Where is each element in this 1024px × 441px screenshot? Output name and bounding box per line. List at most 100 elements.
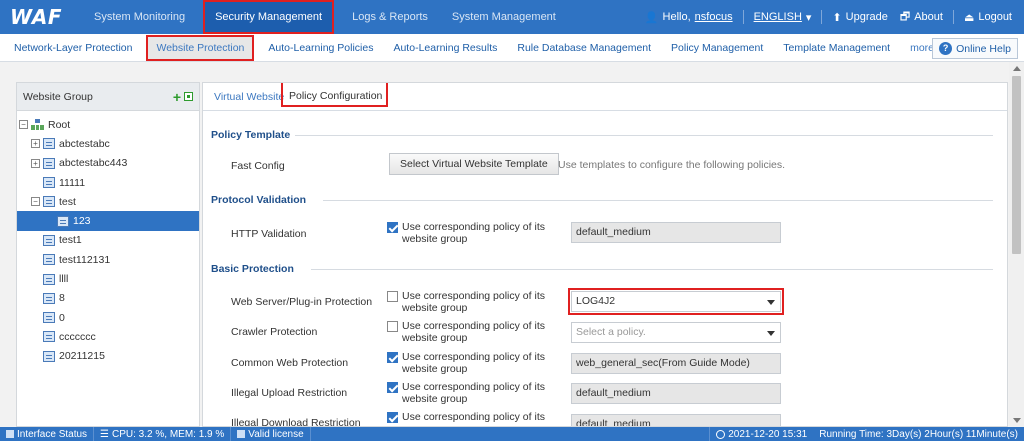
- more-label: more: [910, 41, 935, 54]
- subnav-rule-database-management[interactable]: Rule Database Management: [507, 35, 661, 61]
- language-select[interactable]: ENGLISH ▾: [754, 11, 812, 24]
- logout-label: Logout: [978, 11, 1012, 23]
- illegal-download-checkbox[interactable]: Use corresponding policy of its: [387, 411, 557, 423]
- tree-node-label: test1: [59, 234, 82, 247]
- nav-logs-reports[interactable]: Logs & Reports: [340, 0, 440, 34]
- tree-node[interactable]: + abctestabc: [17, 134, 199, 153]
- divider: [323, 200, 993, 201]
- website-icon: [43, 273, 55, 285]
- subnav-website-protection[interactable]: Website Protection: [146, 34, 255, 61]
- help-icon: ?: [939, 42, 953, 55]
- website-icon: [43, 177, 55, 189]
- username-link[interactable]: nsfocus: [695, 11, 733, 23]
- tree-node-label: Root: [48, 118, 71, 131]
- scroll-thumb[interactable]: [1012, 76, 1021, 254]
- checkbox-checked-icon[interactable]: [387, 352, 398, 363]
- nav-security-management[interactable]: Security Management: [203, 0, 335, 34]
- expand-icon[interactable]: +: [31, 158, 40, 168]
- common-web-protection-checkbox[interactable]: Use corresponding policy of its website …: [387, 351, 557, 375]
- tabs: Virtual Website Policy Configuration: [203, 83, 1007, 111]
- logout-link[interactable]: ⏏ Logout: [964, 11, 1012, 24]
- expand-icon[interactable]: +: [31, 139, 40, 149]
- tree-node[interactable]: 11111: [17, 173, 199, 192]
- page-scrollbar[interactable]: [1009, 62, 1024, 427]
- edit-icon[interactable]: [184, 92, 193, 101]
- tree-node[interactable]: llll: [17, 269, 199, 288]
- checkbox-label: Use corresponding policy of its website …: [402, 351, 545, 375]
- tree-node[interactable]: 123: [17, 211, 199, 231]
- website-icon: [43, 292, 55, 304]
- divider: [742, 10, 744, 24]
- website-icon: [43, 350, 55, 362]
- interface-status[interactable]: Interface Status: [0, 427, 95, 441]
- checkbox-checked-icon[interactable]: [387, 382, 398, 393]
- http-validation-checkbox[interactable]: Use corresponding policy of its website …: [387, 221, 557, 245]
- subnav-policy-management[interactable]: Policy Management: [661, 35, 773, 61]
- tab-policy-configuration[interactable]: Policy Configuration: [281, 83, 389, 107]
- subnav-auto-learning-policies[interactable]: Auto-Learning Policies: [258, 35, 383, 61]
- license-status[interactable]: Valid license: [231, 427, 311, 441]
- website-icon: [43, 234, 55, 246]
- subnav-auto-learning-results[interactable]: Auto-Learning Results: [383, 35, 507, 61]
- about-link[interactable]: 🗗 About: [900, 8, 943, 27]
- checkbox-unchecked-icon[interactable]: [387, 291, 398, 302]
- section-protocol-validation: Protocol Validation: [211, 194, 307, 206]
- illegal-upload-checkbox[interactable]: Use corresponding policy of its website …: [387, 381, 557, 405]
- website-icon: [43, 312, 55, 324]
- nav-system-management[interactable]: System Management: [440, 0, 568, 34]
- tree-node-label: test112131: [59, 253, 111, 266]
- upgrade-link[interactable]: ⬆ Upgrade: [832, 11, 887, 24]
- web-server-protection-checkbox[interactable]: Use corresponding policy of its website …: [387, 290, 557, 314]
- checkbox-unchecked-icon[interactable]: [387, 321, 398, 332]
- illegal-upload-policy: default_medium: [571, 383, 781, 404]
- divider: [295, 135, 993, 136]
- scroll-up-icon[interactable]: [1013, 66, 1021, 71]
- datetime: 2021-12-20 15:31: [709, 427, 813, 441]
- user-menu[interactable]: 👤 Hello, nsfocus: [645, 11, 733, 24]
- tree-node-label: llll: [59, 273, 69, 286]
- tree-node[interactable]: 8: [17, 289, 199, 308]
- nav-system-monitoring[interactable]: System Monitoring: [82, 0, 197, 34]
- online-help-button[interactable]: ? Online Help: [932, 38, 1018, 59]
- web-server-protection-select[interactable]: LOG4J2: [568, 288, 784, 315]
- web-server-protection-label: Web Server/Plug-in Protection: [231, 296, 373, 308]
- select-template-button[interactable]: Select Virtual Website Template: [389, 153, 559, 175]
- logout-icon: ⏏: [963, 11, 975, 24]
- add-icon[interactable]: +: [173, 90, 181, 104]
- crawler-protection-label: Crawler Protection: [231, 326, 318, 338]
- subnav-template-management[interactable]: Template Management: [773, 35, 900, 61]
- illegal-upload-label: Illegal Upload Restriction: [231, 387, 348, 399]
- interface-status-label: Interface Status: [17, 428, 88, 440]
- collapse-icon[interactable]: −: [19, 120, 28, 130]
- top-right-actions: 👤 Hello, nsfocus ENGLISH ▾ ⬆ Upgrade 🗗 Ab…: [645, 8, 1024, 27]
- upgrade-icon: ⬆: [832, 11, 842, 24]
- tree-node[interactable]: + abctestabc443: [17, 154, 199, 173]
- tree-node-label: 11111: [59, 176, 86, 189]
- collapse-icon[interactable]: −: [31, 197, 40, 207]
- checkbox-checked-icon[interactable]: [387, 412, 398, 423]
- checkbox-checked-icon[interactable]: [387, 222, 398, 233]
- tab-virtual-website[interactable]: Virtual Website: [214, 91, 284, 103]
- tree-node[interactable]: − test: [17, 192, 199, 211]
- common-web-protection-policy: web_general_sec(From Guide Mode): [571, 353, 781, 374]
- cpu-mem-label: CPU: 3.2 %, MEM: 1.9 %: [112, 428, 225, 440]
- crawler-protection-select[interactable]: Select a policy.: [571, 322, 781, 343]
- subnav-network-layer-protection[interactable]: Network-Layer Protection: [0, 35, 142, 61]
- tree-node[interactable]: test1: [17, 231, 199, 250]
- crawler-protection-checkbox[interactable]: Use corresponding policy of its website …: [387, 320, 557, 344]
- checkbox-label: Use corresponding policy of its website …: [402, 221, 545, 245]
- website-group-tree: − Root + abctestabc + abctestabc443 11111 − test…: [17, 111, 199, 366]
- list-icon: ☰: [100, 428, 110, 440]
- scroll-down-icon[interactable]: [1013, 418, 1021, 423]
- running-time: Running Time: 3Day(s) 2Hour(s) 11Minute(…: [813, 427, 1024, 441]
- checkbox-label: Use corresponding policy of its website …: [402, 290, 545, 314]
- tree-node[interactable]: 0: [17, 308, 199, 327]
- clock-icon: [716, 429, 726, 439]
- license-icon: [237, 430, 246, 438]
- tree-node[interactable]: − Root: [17, 115, 199, 134]
- tree-node[interactable]: test112131: [17, 250, 199, 269]
- upgrade-label: Upgrade: [845, 11, 888, 23]
- tree-node[interactable]: ccccccc: [17, 327, 199, 346]
- language-label: ENGLISH: [753, 11, 802, 23]
- tree-node[interactable]: 20211215: [17, 347, 199, 366]
